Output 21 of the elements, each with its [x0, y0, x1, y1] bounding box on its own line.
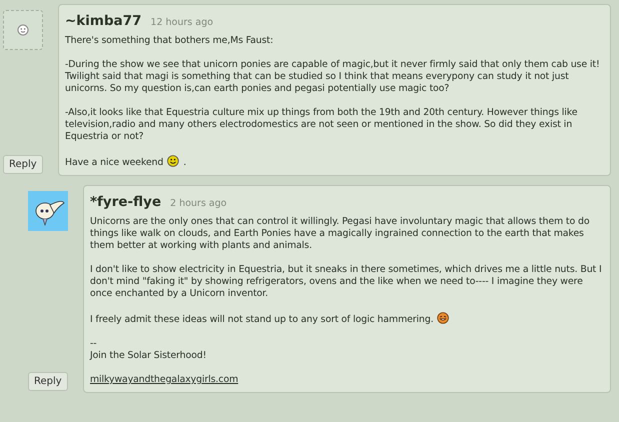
- comment-paragraph: -Also,it looks like that Equestria culture mix up things from both the 19th and 20th century. However things like television,radio and many others electrodomestics are not seen or mentioned in the show. So did they exist in Equestria or not?: [65, 107, 578, 143]
- signature-line: --: [90, 338, 98, 350]
- timestamp: 2 hours ago: [170, 198, 227, 209]
- reply-button[interactable]: Reply: [3, 155, 43, 174]
- reply-button[interactable]: Reply: [28, 372, 68, 391]
- signature-line: Join the Solar Sisterhood!: [90, 350, 208, 362]
- grin-emoticon-icon: [437, 312, 450, 324]
- comment-text: .: [183, 157, 186, 169]
- timestamp: 12 hours ago: [150, 17, 214, 28]
- smiley-icon: [17, 24, 29, 36]
- username-link[interactable]: ~kimba77: [65, 13, 142, 29]
- comment-paragraph: -During the show we see that unicorn ponies are capable of magic,but it never firmly said that only them cab use it! Twilight said that magi is something that can be studied so I think that means everypony can study it not just unicorns. So my question is,can earth ponies and pegasi potentially use magic too?: [65, 59, 601, 95]
- comment-paragraph: I freely admit these ideas will not stand up to any sort of logic hammering.: [90, 314, 434, 326]
- username-link[interactable]: *fyre-flye: [90, 194, 162, 210]
- comment-paragraph: I don't like to show electricity in Equestria, but it sneaks in there sometimes, which drives me a little nuts. But I don't mind "faking it" by showing refrigerators, ovens and the like when we need to---- I imagine they were once enchanted by a Unicorn inventor.: [90, 264, 602, 300]
- comment-paragraph: There's something that bothers me,Ms Faust:: [65, 35, 274, 47]
- avatar-image: [28, 191, 68, 231]
- comment-paragraph: Have a nice weekend: [65, 157, 164, 169]
- smiley-emoticon-icon: [167, 155, 180, 167]
- comment-paragraph: Unicorns are the only ones that can control it willingly. Pegasi have involuntary magic that allows them to do things like walk on clouds, and Earth Ponies have a magically ingrained connection to the earth that makes them better at working with plants and animals.: [90, 216, 590, 252]
- website-link[interactable]: milkywayandthegalaxygirls.com: [90, 374, 238, 385]
